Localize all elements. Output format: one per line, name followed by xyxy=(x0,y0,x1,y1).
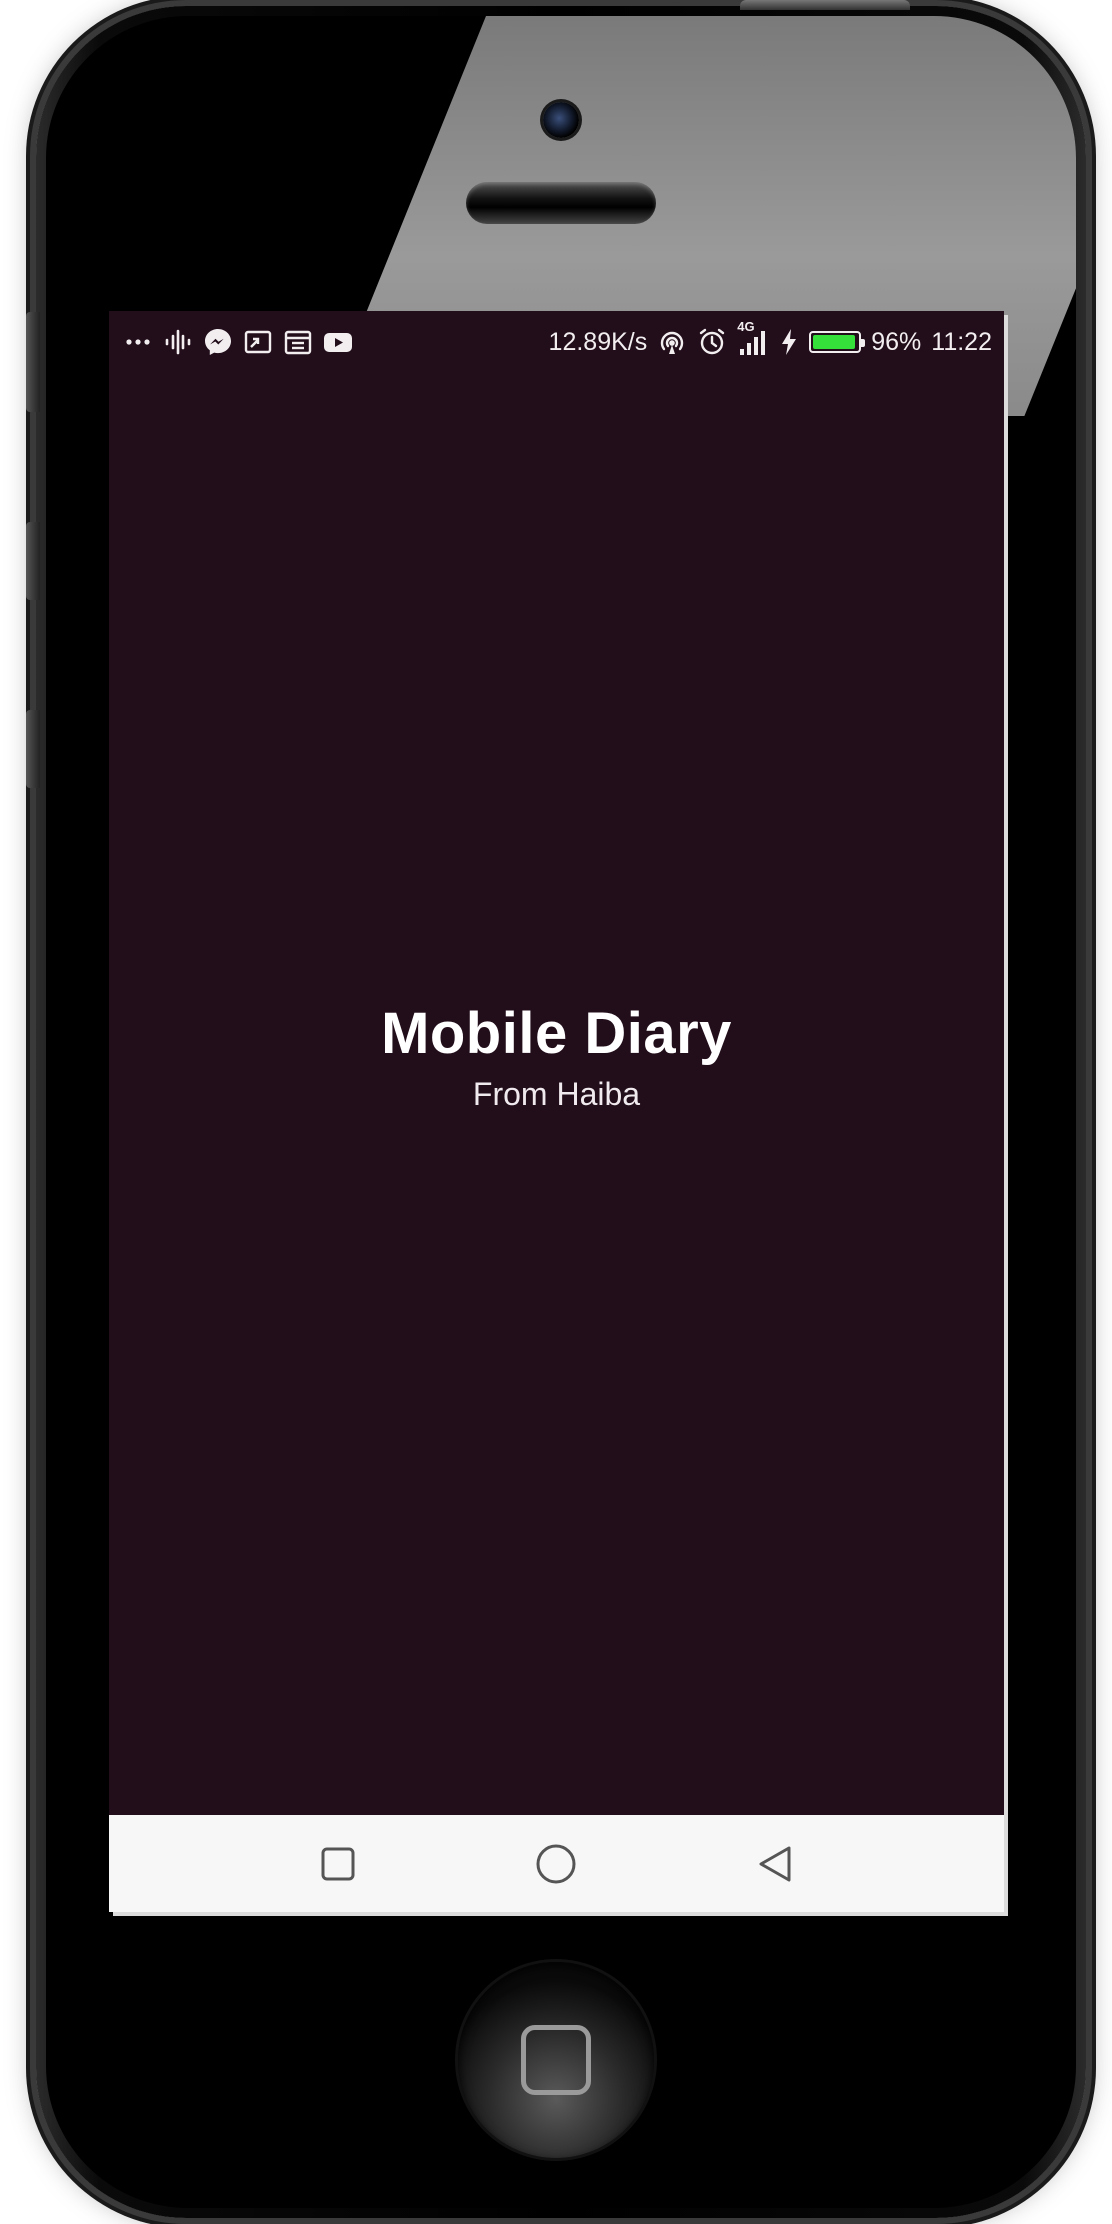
status-bar: 12.89K/s 4G 96% 11:22 xyxy=(109,311,1004,373)
hardware-home-button[interactable] xyxy=(458,1962,654,2158)
home-nav-button[interactable] xyxy=(526,1834,586,1894)
status-notification-icons xyxy=(123,327,353,357)
mute-switch xyxy=(26,312,40,412)
clock: 11:22 xyxy=(931,327,992,356)
status-system-icons: 12.89K/s 4G 96% 11:22 xyxy=(548,319,992,357)
back-triangle-icon xyxy=(759,1846,791,1881)
youtube-icon xyxy=(323,327,353,357)
audio-wave-icon xyxy=(163,327,193,357)
more-dots-icon xyxy=(123,327,153,357)
navigation-bar xyxy=(109,1815,1004,1912)
battery-percent: 96% xyxy=(871,327,922,356)
calendar-icon xyxy=(283,327,313,357)
cast-icon xyxy=(243,327,273,357)
recent-apps-button[interactable] xyxy=(308,1834,368,1894)
signal-4g-icon: 4G xyxy=(737,319,769,357)
front-camera xyxy=(543,102,579,138)
network-type: 4G xyxy=(737,319,755,334)
power-button xyxy=(740,0,910,10)
home-square-icon xyxy=(521,2025,591,2095)
earpiece-speaker xyxy=(466,182,656,224)
square-icon xyxy=(321,1847,355,1880)
volume-down-button xyxy=(26,710,40,788)
back-button[interactable] xyxy=(745,1834,805,1894)
battery-icon xyxy=(809,331,866,353)
app-subtitle: From Haiba xyxy=(472,1075,641,1112)
messenger-icon xyxy=(203,327,233,357)
splash-content: Mobile Diary From Haiba xyxy=(109,1001,1004,1113)
charging-icon xyxy=(779,327,799,357)
app-title: Mobile Diary xyxy=(381,1001,732,1066)
circle-icon xyxy=(536,1844,576,1883)
hotspot-icon xyxy=(657,327,687,357)
battery-level-fill xyxy=(813,335,856,349)
alarm-icon xyxy=(697,327,727,357)
phone-screen: 12.89K/s 4G 96% 11:22 Mobile Diary From … xyxy=(109,311,1004,1912)
volume-up-button xyxy=(26,522,40,600)
network-speed: 12.89K/s xyxy=(548,327,648,356)
